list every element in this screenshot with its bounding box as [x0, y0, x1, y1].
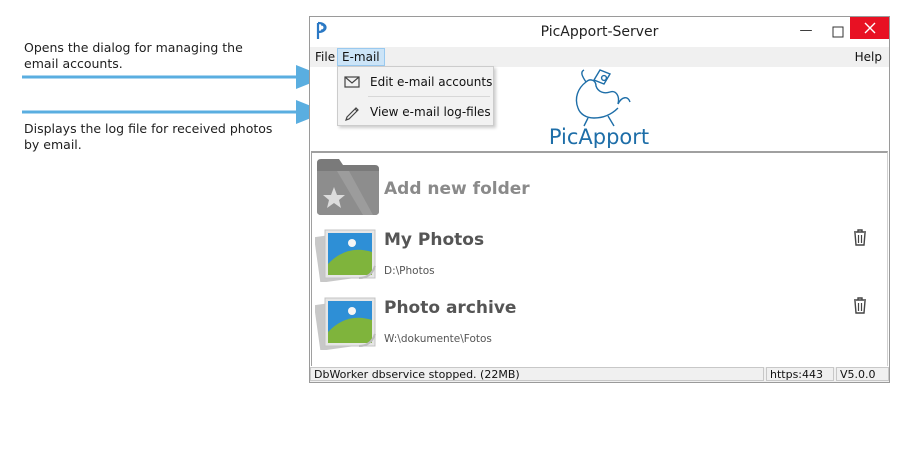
folder-path: W:\dokumente\Fotos	[384, 333, 492, 345]
status-port: https:443	[766, 367, 834, 381]
menu-email[interactable]: E-mail	[337, 48, 385, 66]
email-dropdown-menu: Edit e-mail accounts View e-mail log-fil…	[337, 66, 494, 126]
folder-name[interactable]: My Photos	[384, 230, 484, 250]
add-folder-label[interactable]: Add new folder	[384, 179, 530, 199]
envelope-icon	[344, 76, 360, 88]
picapport-logo: PicApport	[549, 69, 649, 148]
menu-help[interactable]: Help	[851, 49, 886, 65]
menu-file[interactable]: File	[311, 49, 339, 65]
status-message: DbWorker dbservice stopped. (22MB)	[310, 367, 764, 381]
folder-name[interactable]: Photo archive	[384, 298, 516, 318]
logo-figure	[575, 69, 631, 127]
menu-bar: File E-mail Help	[310, 47, 889, 67]
menu-item-label: View e-mail log-files	[370, 105, 491, 119]
delete-folder-icon[interactable]	[852, 229, 868, 246]
close-icon	[864, 22, 875, 34]
photo-folder-icon[interactable]	[315, 224, 381, 282]
add-folder-icon[interactable]	[315, 157, 381, 217]
folder-path: D:\Photos	[384, 265, 435, 277]
delete-folder-icon[interactable]	[852, 297, 868, 314]
logo-text: PicApport	[549, 125, 649, 148]
minimize-button[interactable]: —	[788, 23, 824, 45]
menu-item-label: Edit e-mail accounts	[370, 75, 493, 89]
status-version: V5.0.0	[836, 367, 889, 381]
menu-item-view-email-logs[interactable]: View e-mail log-files	[338, 99, 493, 125]
title-bar[interactable]: PicApport-Server —	[310, 17, 889, 47]
maximize-icon	[832, 26, 844, 38]
annotation-edit-accounts: Opens the dialog for managing the email …	[24, 40, 243, 71]
close-button[interactable]	[850, 17, 889, 39]
pencil-icon	[345, 107, 359, 121]
status-bar: DbWorker dbservice stopped. (22MB) https…	[310, 367, 889, 382]
menu-separator	[368, 96, 490, 97]
menu-item-edit-email-accounts[interactable]: Edit e-mail accounts	[338, 69, 493, 95]
photo-folder-icon[interactable]	[315, 292, 381, 350]
annotation-view-logs: Displays the log file for received photo…	[24, 121, 273, 152]
